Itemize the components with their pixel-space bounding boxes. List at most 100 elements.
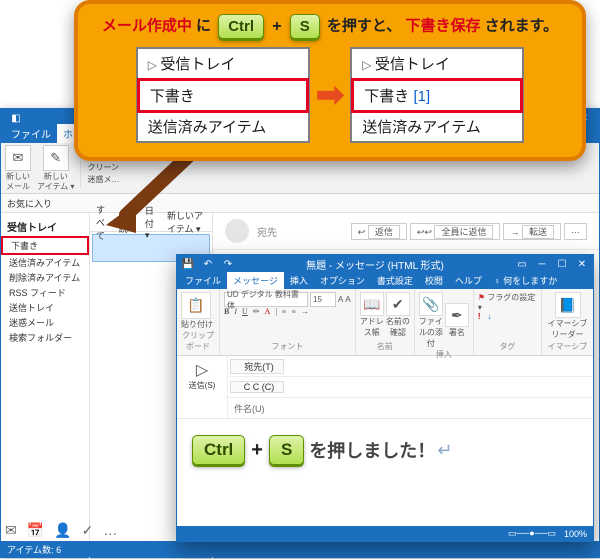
font-size-select[interactable]: 15 — [310, 292, 336, 307]
status-item-count: アイテム数: 6 — [7, 543, 61, 556]
new-mail-button[interactable]: ✉ 新しい メール — [5, 145, 31, 191]
callout-text: メール作成中 に Ctrl + S を押すと、 下書き保存 されます。 — [90, 14, 570, 39]
numbering-icon[interactable]: ≡ — [291, 307, 296, 316]
mini-sent: 送信済みアイテム — [138, 112, 308, 141]
preview-to: 宛先 — [257, 224, 277, 239]
callout-text-mid: に — [196, 17, 211, 34]
tab-review[interactable]: 校閲 — [419, 272, 449, 289]
preview-header: 宛先 ↩ 返信 ↩↩ 全員に返信 → 転送 … — [213, 213, 599, 250]
low-importance-icon[interactable]: ↓ — [487, 312, 491, 321]
nav-bar: ✉ 📅 👤 ✓ … — [5, 522, 117, 539]
bold-button[interactable]: B — [224, 307, 229, 316]
compose-statusbar: ▭──●──▭ 100% — [177, 526, 593, 541]
font-color-icon[interactable]: A — [265, 307, 271, 316]
callout-text-post3: されます。 — [485, 17, 559, 34]
callout-text-post1: を押すと、 — [327, 17, 401, 34]
folder-sent[interactable]: 送信済みアイテム — [1, 255, 89, 270]
names-group-label: 名前 — [360, 341, 410, 352]
mini-sent: 送信済みアイテム — [352, 112, 522, 141]
ribbon-clipboard-group: 📋 貼り付け クリップボード — [177, 289, 220, 355]
ribbon-options-icon[interactable]: ▭ — [515, 257, 529, 271]
undo-icon[interactable]: ↶ — [201, 257, 215, 271]
tab-file[interactable]: ファイル — [179, 272, 227, 289]
close-button[interactable]: ✕ — [575, 257, 589, 271]
ribbon-names-group: 📖 アドレス帳 ✔ 名前の確認 名前 — [356, 289, 415, 355]
body-ctrl-keycap: Ctrl — [192, 435, 245, 465]
tab-tell-me[interactable]: ♀ 何をしますか — [488, 272, 563, 289]
indent-icon[interactable]: → — [301, 307, 309, 316]
nav-more-icon[interactable]: … — [103, 522, 117, 539]
mini-drafts-after: 下書き [1] — [351, 78, 523, 113]
address-book-button[interactable]: 📖 — [360, 292, 384, 316]
more-actions-button[interactable]: … — [564, 223, 587, 240]
tab-help[interactable]: ヘルプ — [449, 272, 488, 289]
mini-inbox: 受信トレイ — [352, 49, 522, 79]
arrow-icon: ➡ — [316, 75, 345, 115]
ribbon-font-group: UD デジタル 教科書体 15 A A B I U ✏ A | ≡ ≡ → フォ… — [220, 289, 356, 355]
nav-mail-icon[interactable]: ✉ — [5, 522, 17, 539]
zoom-slider[interactable]: ▭──●──▭ — [508, 528, 556, 539]
follow-up-flag-icon[interactable]: ⚑ — [478, 293, 485, 302]
s-keycap: S — [290, 14, 320, 39]
body-s-keycap: S — [269, 435, 304, 465]
font-name-select[interactable]: UD デジタル 教科書体 — [224, 292, 308, 307]
save-icon[interactable]: 💾 — [181, 257, 195, 271]
send-button[interactable]: ▷ 送信(S) — [177, 356, 228, 418]
attach-file-button[interactable]: 📎 — [419, 292, 443, 316]
plus-sign: + — [251, 439, 263, 462]
tags-group-label: タグ — [478, 341, 537, 352]
ribbon-tags-group: ⚑ フラグの設定 ▾ ! ↓ タグ — [474, 289, 542, 355]
subject-label: 件名(U) — [228, 402, 282, 415]
nav-people-icon[interactable]: 👤 — [54, 522, 71, 539]
grow-font-icon[interactable]: A — [338, 295, 343, 304]
maximize-button[interactable]: ☐ — [555, 257, 569, 271]
instruction-callout: メール作成中 に Ctrl + S を押すと、 下書き保存 されます。 受信トレ… — [74, 0, 586, 161]
folder-search[interactable]: 検索フォルダー — [1, 330, 89, 345]
italic-button[interactable]: I — [234, 307, 237, 316]
folder-junk[interactable]: 迷惑メール — [1, 315, 89, 330]
tab-message[interactable]: メッセージ — [227, 272, 284, 289]
folder-rss[interactable]: RSS フィード — [1, 285, 89, 300]
callout-panels: 受信トレイ 下書き 送信済みアイテム ➡ 受信トレイ 下書き [1] 送信済みア… — [90, 47, 570, 143]
compose-title: 無題 - メッセージ (HTML 形式) — [241, 257, 509, 272]
to-label-button[interactable]: 宛先(T) — [230, 359, 284, 374]
nav-calendar-icon[interactable]: 📅 — [27, 522, 44, 539]
signature-button[interactable]: ✒ — [445, 303, 469, 327]
check-names-button[interactable]: ✔ — [386, 292, 410, 316]
send-icon: ▷ — [179, 360, 225, 380]
favorites-label[interactable]: お気に入り — [7, 197, 52, 210]
reply-all-button[interactable]: ↩↩ 全員に返信 — [410, 223, 501, 240]
high-importance-icon[interactable]: ! — [478, 312, 481, 321]
folder-deleted[interactable]: 削除済みアイテム — [1, 270, 89, 285]
cc-label-button[interactable]: C C (C) — [230, 381, 284, 393]
nav-tasks-icon[interactable]: ✓ — [82, 522, 94, 539]
highlight-icon[interactable]: ✏ — [253, 307, 260, 316]
folder-inbox-header[interactable]: 受信トレイ — [1, 217, 89, 236]
folder-outbox[interactable]: 送信トレイ — [1, 300, 89, 315]
minimize-button[interactable]: ─ — [535, 257, 549, 271]
compose-header-fields: ▷ 送信(S) 宛先(T) C C (C) 件名(U) — [177, 356, 593, 419]
bullets-icon[interactable]: ≡ — [282, 307, 287, 316]
zoom-level[interactable]: 100% — [564, 529, 587, 539]
reply-button[interactable]: ↩ 返信 — [351, 223, 407, 240]
immersive-reader-button[interactable]: 📘 — [555, 292, 581, 318]
compose-body[interactable]: Ctrl + S を押しました！ ↵ — [177, 419, 593, 481]
avatar-icon — [225, 219, 249, 243]
mini-inbox: 受信トレイ — [138, 49, 308, 79]
folder-drafts[interactable]: 下書き — [1, 236, 89, 255]
shrink-font-icon[interactable]: A — [345, 295, 350, 304]
forward-button[interactable]: → 転送 — [503, 223, 561, 240]
tab-options[interactable]: オプション — [314, 272, 371, 289]
compose-ribbon: 📋 貼り付け クリップボード UD デジタル 教科書体 15 A A B I U… — [177, 289, 593, 356]
tab-insert[interactable]: 挿入 — [284, 272, 314, 289]
ctrl-keycap: Ctrl — [218, 14, 264, 39]
paste-button[interactable]: 📋 — [181, 292, 211, 319]
underline-button[interactable]: U — [242, 307, 248, 316]
body-text: を押しました！ — [309, 437, 435, 463]
redo-icon[interactable]: ↷ — [221, 257, 235, 271]
favorites-row: お気に入り — [1, 194, 599, 213]
tab-format[interactable]: 書式設定 — [371, 272, 419, 289]
tab-file[interactable]: ファイル — [5, 124, 57, 143]
new-item-button[interactable]: ✎ 新しい アイテム ▾ — [37, 145, 74, 191]
mini-drafts-before: 下書き — [137, 78, 309, 113]
